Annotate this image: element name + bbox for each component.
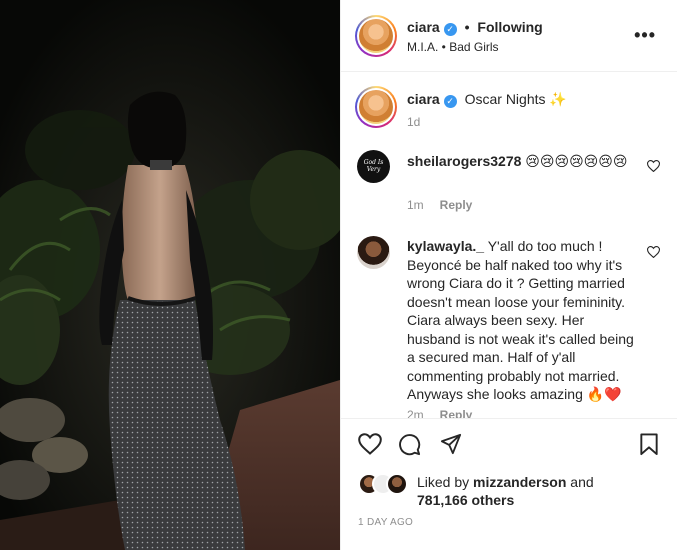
caption-text: Oscar Nights (464, 91, 546, 107)
separator-dot: • (464, 19, 470, 35)
likes-summary[interactable]: Liked by mizzanderson and 781,166 others (417, 473, 667, 509)
comment-username[interactable]: sheilarogers3278 (407, 153, 521, 169)
post-header: ciara ✓ • Following M.I.A. • Bad Girls ••… (341, 0, 677, 72)
comment-text: 😢😢😢😢😢😢😢 (525, 154, 628, 170)
likes-prefix: Liked by (417, 474, 470, 490)
comment-body: kylawayla._ Y'all do too much ! Beyoncé … (407, 237, 639, 404)
commenter-avatar[interactable]: God Is Very (357, 150, 390, 183)
reply-button[interactable]: Reply (440, 198, 473, 212)
post-actions: Liked by mizzanderson and 781,166 others… (341, 418, 677, 550)
following-button[interactable]: Following (477, 19, 542, 35)
caption-time[interactable]: 1d (407, 115, 420, 129)
comment-time[interactable]: 1m (407, 198, 424, 212)
instagram-post: ciara ✓ • Following M.I.A. • Bad Girls ••… (0, 0, 677, 550)
comment-text: Y'all do too much ! Beyoncé be half nake… (407, 238, 634, 402)
liked-by-avatars[interactable] (358, 473, 408, 495)
verified-badge-icon: ✓ (443, 23, 457, 36)
caption-row: ciara ✓ Oscar Nights ✨ 1d (341, 72, 677, 142)
share-icon[interactable] (440, 433, 462, 455)
post-side-panel: ciara ✓ • Following M.I.A. • Bad Girls ••… (340, 0, 677, 550)
caption-username[interactable]: ciara (407, 91, 440, 107)
comment-item: kylawayla._ Y'all do too much ! Beyoncé … (341, 222, 677, 418)
bookmark-icon[interactable] (639, 433, 659, 456)
comments-list[interactable]: ciara ✓ Oscar Nights ✨ 1d God Is Very she… (341, 72, 677, 418)
post-date[interactable]: 1 DAY AGO (358, 517, 413, 528)
verified-badge-icon: ✓ (443, 95, 457, 108)
comment-like-icon[interactable] (647, 246, 660, 258)
caption-text-line: ciara ✓ Oscar Nights ✨ (407, 90, 567, 109)
audio-label[interactable]: M.I.A. • Bad Girls (407, 40, 499, 54)
more-options-icon[interactable]: ••• (634, 26, 656, 44)
commenter-avatar[interactable] (357, 236, 390, 269)
comment-username[interactable]: kylawayla._ (407, 238, 484, 254)
comment-meta: 2m Reply (407, 408, 472, 418)
header-title-line: ciara ✓ • Following (407, 19, 543, 36)
comment-like-icon[interactable] (647, 160, 660, 172)
likes-count[interactable]: 781,166 others (417, 492, 514, 508)
post-photo[interactable] (0, 0, 340, 550)
sparkle-icon: ✨ (549, 92, 567, 108)
likes-and: and (570, 474, 594, 490)
comment-body: sheilarogers3278 😢😢😢😢😢😢😢 (407, 152, 639, 172)
heart-icon[interactable] (358, 433, 382, 455)
comment-item: God Is Very sheilarogers3278 😢😢😢😢😢😢😢 1m R… (341, 142, 677, 222)
liked-by-username[interactable]: mizzanderson (473, 474, 566, 490)
reply-button[interactable]: Reply (440, 408, 473, 418)
comment-icon[interactable] (398, 433, 421, 456)
liker-avatar (386, 473, 408, 495)
caption-avatar[interactable] (355, 86, 397, 128)
comment-time[interactable]: 2m (407, 408, 424, 418)
author-username[interactable]: ciara (407, 19, 440, 35)
comment-meta: 1m Reply (407, 198, 472, 212)
photo-illustration (0, 0, 340, 550)
author-avatar[interactable] (355, 15, 397, 57)
